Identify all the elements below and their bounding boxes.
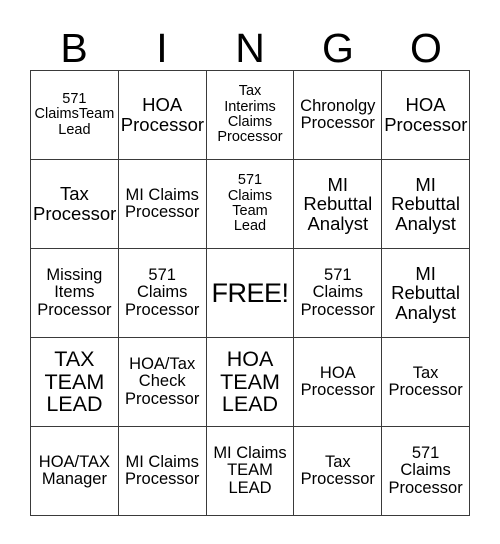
header-letter-o: O bbox=[410, 25, 442, 71]
bingo-cell[interactable]: MI Rebuttal Analyst bbox=[294, 160, 383, 249]
bingo-cell[interactable]: HOA TEAM LEAD bbox=[206, 338, 295, 427]
bingo-cell-label: MI Rebuttal Analyst bbox=[391, 262, 461, 323]
bingo-cell-label: HOA Processor bbox=[384, 94, 468, 135]
bingo-cell-label: 571 Claims Processor bbox=[388, 443, 463, 497]
bingo-cell-label: 571 Claims Team Lead bbox=[227, 172, 273, 235]
bingo-cell-label: HOA TEAM LEAD bbox=[220, 346, 280, 417]
header-letter-b: B bbox=[60, 25, 88, 71]
bingo-cell-label: 571 ClaimsTeam Lead bbox=[34, 90, 115, 138]
bingo-cell-label: TAX TEAM LEAD bbox=[44, 346, 105, 417]
bingo-cell-label: Chronolgy Processor bbox=[300, 96, 376, 132]
bingo-cell-label: MI Rebuttal Analyst bbox=[303, 173, 373, 234]
bingo-cell-label: Tax Processor bbox=[33, 183, 117, 224]
bingo-cell-free[interactable]: FREE! bbox=[206, 249, 295, 338]
bingo-card: B I N G O 571 ClaimsTeam Lead HOA Process… bbox=[0, 0, 500, 544]
bingo-cell-label: MI Claims TEAM LEAD bbox=[213, 443, 287, 497]
bingo-cell[interactable]: TAX TEAM LEAD bbox=[31, 338, 119, 427]
bingo-cell[interactable]: MI Rebuttal Analyst bbox=[382, 249, 470, 338]
bingo-cell-label: FREE! bbox=[211, 277, 289, 308]
header-letter-g: G bbox=[322, 25, 354, 71]
bingo-grid: 571 ClaimsTeam Lead HOA Processor Tax Inte… bbox=[30, 70, 470, 516]
bingo-cell-label: Tax Interims Claims Processor bbox=[217, 83, 283, 146]
bingo-cell[interactable]: MI Claims Processor bbox=[118, 427, 207, 516]
bingo-cell[interactable]: Tax Processor bbox=[382, 338, 470, 427]
bingo-header: B I N G O bbox=[30, 16, 470, 70]
bingo-cell[interactable]: 571 Claims Processor bbox=[382, 427, 470, 516]
bingo-cell[interactable]: 571 ClaimsTeam Lead bbox=[31, 71, 119, 160]
bingo-cell[interactable]: Tax Processor bbox=[294, 427, 383, 516]
header-letter-i: I bbox=[156, 25, 168, 71]
bingo-cell[interactable]: HOA Processor bbox=[294, 338, 383, 427]
bingo-cell-label: MI Claims Processor bbox=[125, 452, 200, 488]
bingo-cell[interactable]: MI Rebuttal Analyst bbox=[382, 160, 470, 249]
bingo-cell[interactable]: MI Claims TEAM LEAD bbox=[206, 427, 295, 516]
bingo-cell-label: MI Claims Processor bbox=[125, 185, 200, 221]
bingo-cell[interactable]: Tax Interims Claims Processor bbox=[206, 71, 295, 160]
header-letter-n: N bbox=[235, 25, 265, 71]
bingo-cell[interactable]: Tax Processor bbox=[31, 160, 119, 249]
bingo-cell[interactable]: Chronolgy Processor bbox=[294, 71, 383, 160]
bingo-cell[interactable]: HOA/Tax Check Processor bbox=[118, 338, 207, 427]
bingo-cell-label: HOA/Tax Check Processor bbox=[125, 354, 200, 408]
bingo-cell-label: MI Rebuttal Analyst bbox=[391, 173, 461, 234]
bingo-cell[interactable]: 571 Claims Processor bbox=[294, 249, 383, 338]
bingo-cell-label: HOA/TAX Manager bbox=[38, 452, 110, 488]
bingo-cell[interactable]: MI Claims Processor bbox=[118, 160, 207, 249]
bingo-cell-label: Missing Items Processor bbox=[37, 265, 112, 319]
bingo-cell[interactable]: 571 Claims Processor bbox=[118, 249, 207, 338]
bingo-cell-label: Tax Processor bbox=[388, 363, 463, 399]
bingo-cell-label: HOA Processor bbox=[300, 363, 375, 399]
bingo-cell-label: HOA Processor bbox=[120, 94, 205, 135]
bingo-cell[interactable]: HOA/TAX Manager bbox=[31, 427, 119, 516]
bingo-cell[interactable]: 571 Claims Team Lead bbox=[206, 160, 295, 249]
bingo-cell[interactable]: HOA Processor bbox=[382, 71, 470, 160]
bingo-cell-label: Tax Processor bbox=[300, 452, 375, 488]
bingo-cell-label: 571 Claims Processor bbox=[300, 265, 375, 319]
bingo-cell[interactable]: Missing Items Processor bbox=[31, 249, 119, 338]
bingo-cell[interactable]: HOA Processor bbox=[118, 71, 207, 160]
bingo-cell-label: 571 Claims Processor bbox=[125, 265, 200, 319]
